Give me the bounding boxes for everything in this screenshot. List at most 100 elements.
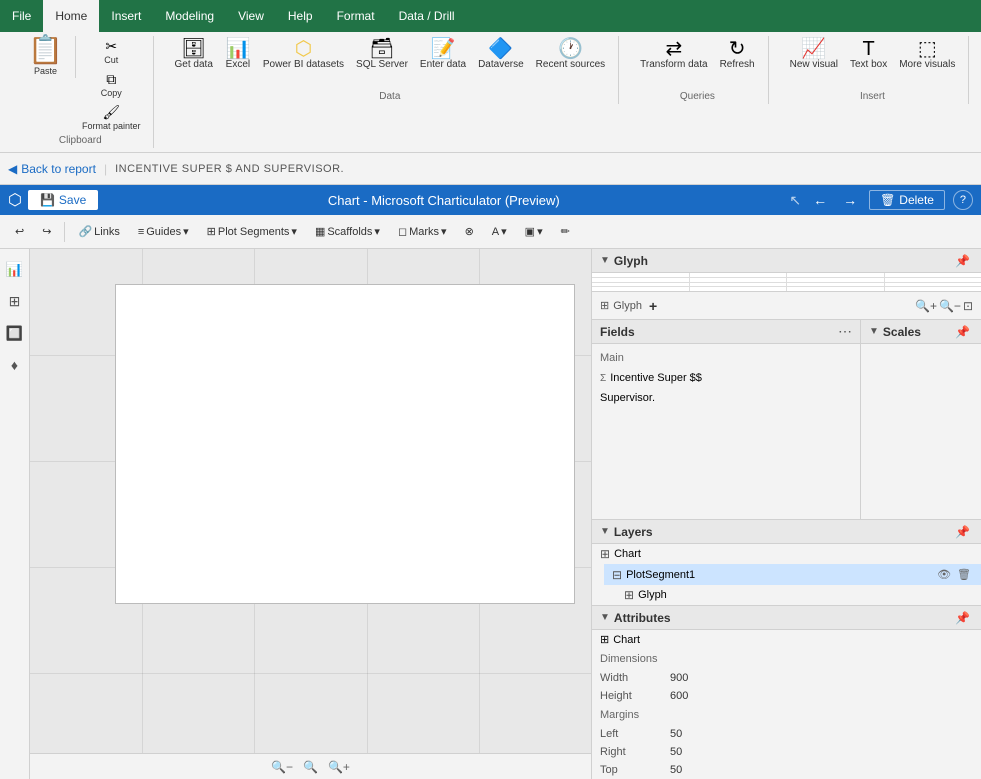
marks-button[interactable]: ◻ Marks ▾ — [391, 221, 454, 242]
copy-button[interactable]: ⧉ Copy — [78, 69, 145, 100]
canvas-bottom-controls: 🔍− 🔍 🔍+ — [30, 753, 591, 779]
back-to-report-button[interactable]: ◀ Back to report — [8, 162, 96, 176]
glyph-zoom-out-button[interactable]: 🔍− — [939, 299, 961, 313]
layers-pin-button[interactable]: 📌 — [952, 524, 973, 540]
sidebar-icon-diamond[interactable]: ♦ — [3, 353, 27, 377]
sidebar-icon-layers[interactable]: 🔲 — [3, 321, 27, 345]
layer-glyph[interactable]: ⊞ Glyph — [616, 585, 981, 605]
attributes-collapse-arrow[interactable]: ▼ — [600, 612, 610, 623]
fields-main-label: Main — [592, 348, 860, 368]
scaffolds-dropdown-icon: ▾ — [374, 225, 380, 238]
marks-icon: ◻ — [398, 225, 407, 238]
edit-button[interactable]: ✏ — [554, 221, 577, 242]
scales-pin-button[interactable]: 📌 — [952, 324, 973, 340]
right-area: ▼ Glyph 📌 — [591, 249, 981, 779]
refresh-button[interactable]: ↻ Refresh — [715, 36, 760, 73]
glyph-cell-8 — [885, 278, 981, 282]
calculations-group: Σ New measure ⚡ Quick measure Calculatio… — [977, 36, 981, 104]
links-button[interactable]: 🔗 Links — [71, 221, 126, 242]
insert-items: 📈 New visual T Text box ⬚ More visuals — [785, 36, 961, 89]
zoom-in-canvas-button[interactable]: 🔍+ — [325, 759, 353, 775]
format-painter-button[interactable]: 🖌 Format painter — [78, 102, 145, 133]
dataverse-button[interactable]: 🔷 Dataverse — [473, 36, 529, 73]
right-label: Right — [600, 746, 670, 758]
sidebar-icon-chart[interactable]: 📊 — [3, 257, 27, 281]
glyph-zoom-in-button[interactable]: 🔍+ — [915, 299, 937, 313]
enter-data-button[interactable]: 📝 Enter data — [415, 36, 471, 73]
tab-home[interactable]: Home — [43, 0, 99, 32]
tab-data-drill[interactable]: Data / Drill — [387, 0, 467, 32]
glyph-cell-11 — [787, 283, 884, 287]
transform-data-button[interactable]: ⇄ Transform data — [635, 36, 712, 73]
get-data-button[interactable]: 🗄 Get data — [170, 36, 218, 73]
tab-modeling[interactable]: Modeling — [153, 0, 226, 32]
sql-server-button[interactable]: 🗃 SQL Server — [351, 36, 413, 73]
layer-chart[interactable]: ⊞ Chart — [592, 544, 981, 564]
field-sigma-icon: Σ — [600, 373, 606, 384]
field-item-supervisor[interactable]: Supervisor. — [592, 388, 860, 408]
title-bar-left: ⬡ 💾 Save — [8, 190, 98, 210]
fields-content: Main Σ Incentive Super $$ Supervisor. — [592, 344, 860, 412]
layer-visibility-button[interactable]: 👁 — [935, 567, 953, 582]
plot-segments-button[interactable]: ⊞ Plot Segments ▾ — [200, 221, 304, 242]
layer-delete-button[interactable]: 🗑 — [955, 567, 973, 582]
margins-label: Margins — [592, 705, 981, 725]
power-bi-button[interactable]: ⬡ Power BI datasets — [258, 36, 349, 73]
glyph-zoom-fit-button[interactable]: ⊡ — [963, 299, 973, 313]
text-button[interactable]: A ▾ — [485, 221, 514, 242]
glyph-collapse-arrow[interactable]: ▼ — [600, 255, 610, 266]
redo-button[interactable]: ↪ — [35, 221, 58, 242]
glyph-zoom-controls: 🔍+ 🔍− ⊡ — [915, 299, 973, 313]
left-value: 50 — [670, 728, 682, 740]
scales-collapse-arrow[interactable]: ▼ — [869, 326, 879, 337]
undo-button[interactable]: ↩ — [8, 221, 31, 242]
glyph-add-button[interactable]: + — [646, 297, 660, 315]
tab-insert[interactable]: Insert — [99, 0, 153, 32]
guides-button[interactable]: ≡ Guides ▾ — [131, 221, 196, 242]
zoom-reset-canvas-button[interactable]: 🔍 — [300, 759, 321, 775]
text-box-button[interactable]: T Text box — [845, 36, 892, 73]
sidebar-icon-grid[interactable]: ⊞ — [3, 289, 27, 313]
save-button[interactable]: 💾 Save — [28, 190, 98, 210]
tab-format[interactable]: Format — [325, 0, 387, 32]
left-label: Left — [600, 728, 670, 740]
glyph-pin-button[interactable]: 📌 — [952, 253, 973, 269]
glyph-footer: ⊞ Glyph + 🔍+ 🔍− ⊡ — [592, 291, 981, 319]
scales-content — [861, 344, 981, 519]
paste-button[interactable]: Paste — [34, 66, 57, 76]
glyph-footer-label: ⊞ Glyph — [600, 299, 642, 312]
text-dropdown-icon: ▾ — [501, 225, 507, 238]
tab-file[interactable]: File — [0, 0, 43, 32]
layers-panel-title: ▼ Layers — [600, 525, 653, 539]
fields-more-button[interactable]: ⋯ — [838, 323, 852, 340]
clipboard-group: 📋 Paste ✂ Cut ⧉ Copy 🖌 Format painter — [8, 36, 154, 148]
refresh-icon: ↻ — [729, 39, 746, 59]
tab-view[interactable]: View — [226, 0, 276, 32]
cut-button[interactable]: ✂ Cut — [78, 36, 145, 67]
layers-collapse-arrow[interactable]: ▼ — [600, 526, 610, 537]
delete-icon: 🗑 — [880, 193, 895, 207]
scaffolds-button[interactable]: ▦ Scaffolds ▾ — [308, 221, 387, 242]
chart-canvas[interactable] — [115, 284, 575, 604]
link-2-icon: ⊗ — [465, 225, 474, 238]
canvas-panel: 🔍− 🔍 🔍+ — [30, 249, 591, 779]
link-2-button[interactable]: ⊗ — [458, 221, 481, 242]
delete-button[interactable]: 🗑 Delete — [869, 190, 945, 210]
layer-plot-segment[interactable]: ⊟ PlotSegment1 👁 🗑 — [604, 564, 981, 585]
attributes-pin-button[interactable]: 📌 — [952, 610, 973, 626]
more-visuals-button[interactable]: ⬚ More visuals — [894, 36, 960, 73]
recent-sources-button[interactable]: 🕐 Recent sources — [531, 36, 610, 73]
excel-button[interactable]: 📊 Excel — [220, 36, 256, 73]
queries-items: ⇄ Transform data ↻ Refresh — [635, 36, 759, 89]
top-value: 50 — [670, 764, 682, 776]
queries-group: ⇄ Transform data ↻ Refresh Queries — [627, 36, 768, 104]
tab-help[interactable]: Help — [276, 0, 325, 32]
arrow-right-button[interactable]: → — [839, 190, 861, 210]
field-item-incentive[interactable]: Σ Incentive Super $$ — [592, 368, 860, 388]
chart-toolbar: ↩ ↪ 🔗 Links ≡ Guides ▾ ⊞ Plot Segments ▾… — [0, 215, 981, 249]
new-visual-button[interactable]: 📈 New visual — [785, 36, 843, 73]
zoom-out-canvas-button[interactable]: 🔍− — [268, 759, 296, 775]
arrow-left-button[interactable]: ← — [809, 190, 831, 210]
help-button[interactable]: ? — [953, 190, 973, 210]
fill-button[interactable]: ▣ ▾ — [518, 221, 550, 242]
